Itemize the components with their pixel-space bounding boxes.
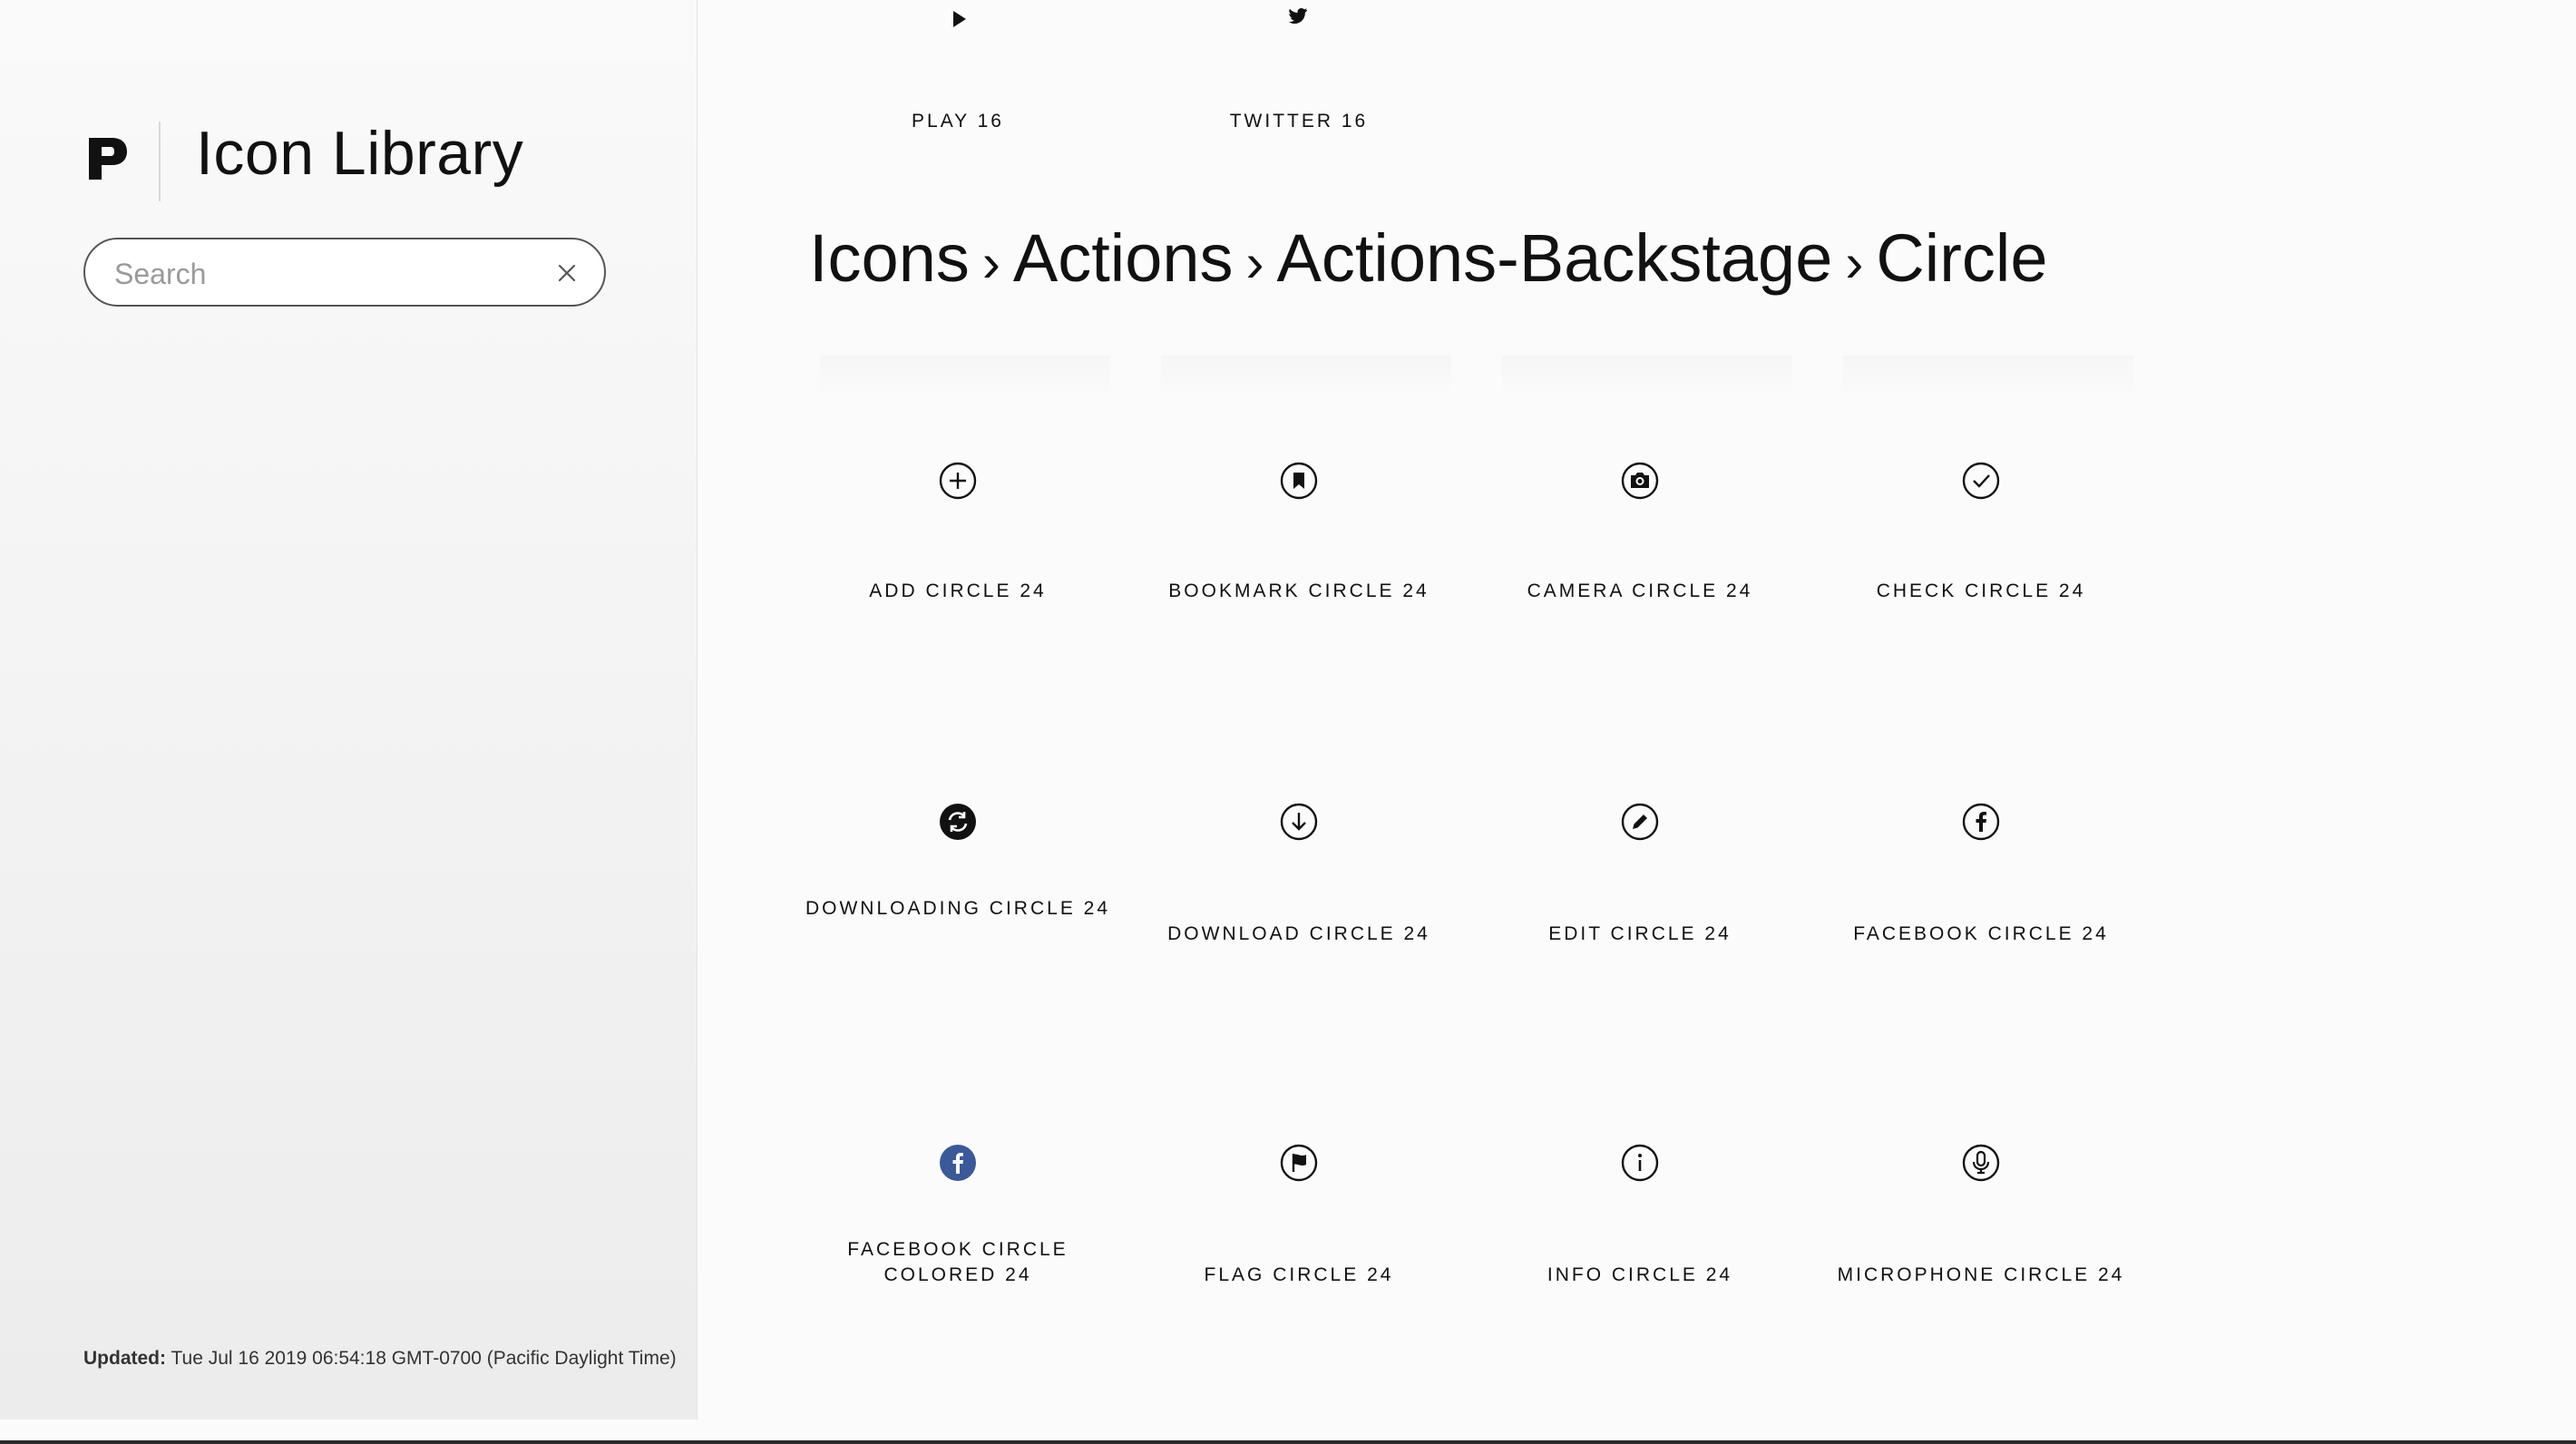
icon-label: CHECK CIRCLE 24: [1876, 581, 2086, 601]
app-title: Icon Library: [196, 119, 524, 188]
breadcrumb-item[interactable]: Icons: [809, 220, 970, 296]
logo-icon[interactable]: [89, 138, 127, 180]
icon-label: TWITTER 16: [1229, 111, 1369, 132]
edit-circle-icon: [1621, 803, 1659, 841]
updated-timestamp: Updated: Tue Jul 16 2019 06:54:18 GMT-07…: [83, 1348, 677, 1370]
logo-divider: [159, 122, 161, 201]
icon-label: DOWNLOAD CIRCLE 24: [1167, 923, 1430, 944]
search-box: [83, 238, 606, 307]
camera-circle-icon: [1621, 462, 1659, 500]
download-circle-icon: [1280, 803, 1318, 841]
divider: [820, 356, 1110, 397]
facebook-circle-icon: [1962, 803, 2000, 841]
check-circle-icon: [1962, 462, 2000, 500]
icon-label: BOOKMARK CIRCLE 24: [1168, 581, 1429, 601]
breadcrumb-separator: ›: [1845, 232, 1864, 293]
icon-label: PLAY 16: [912, 111, 1004, 132]
divider: [1843, 356, 2133, 397]
icon-label: DOWNLOADING CIRCLE 24: [805, 898, 1111, 919]
info-circle-icon: [1621, 1144, 1659, 1182]
icon-label: CAMERA CIRCLE 24: [1527, 581, 1753, 601]
add-circle-icon: [939, 462, 977, 500]
icon-label: MICROPHONE CIRCLE 24: [1837, 1264, 2125, 1285]
search-input[interactable]: [112, 250, 515, 298]
breadcrumb-item[interactable]: Actions: [1013, 220, 1234, 296]
breadcrumb-separator: ›: [981, 232, 1000, 293]
close-icon[interactable]: [550, 256, 584, 290]
play-icon: [953, 11, 966, 27]
breadcrumb: Icons › Actions › Actions-Backstage › Circle: [809, 220, 2047, 297]
breadcrumb-item[interactable]: Circle: [1876, 220, 2047, 296]
icon-label: ADD CIRCLE 24: [869, 581, 1047, 601]
updated-label: Updated:: [83, 1348, 166, 1369]
downloading-circle-icon: [940, 804, 976, 840]
icon-label: EDIT CIRCLE 24: [1548, 923, 1732, 944]
bookmark-circle-icon: [1280, 462, 1318, 500]
flag-circle-icon: [1280, 1144, 1318, 1182]
icon-label: INFO CIRCLE 24: [1547, 1264, 1733, 1285]
divider: [1502, 356, 1792, 397]
facebook-circle-colored-icon: [940, 1145, 976, 1181]
sidebar: Icon Library Updated: Tue Jul 16 2019 06…: [0, 0, 698, 1420]
updated-value: Tue Jul 16 2019 06:54:18 GMT-0700 (Pacif…: [171, 1348, 677, 1369]
twitter-icon: [1288, 7, 1308, 24]
microphone-circle-icon: [1962, 1144, 2000, 1182]
breadcrumb-item[interactable]: Actions-Backstage: [1277, 220, 1833, 296]
main-content: PLAY 16 TWITTER 16 Icons › Actions › Actions…: [726, 0, 2576, 1420]
icon-label: FACEBOOK CIRCLE 24: [1853, 923, 2109, 944]
icon-label: FLAG CIRCLE 24: [1204, 1264, 1394, 1285]
divider: [1161, 356, 1451, 397]
window-bottom-border: [0, 1440, 2576, 1444]
icon-label: FACEBOOK CIRCLE COLORED 24: [847, 1239, 1068, 1285]
breadcrumb-separator: ›: [1245, 232, 1264, 293]
